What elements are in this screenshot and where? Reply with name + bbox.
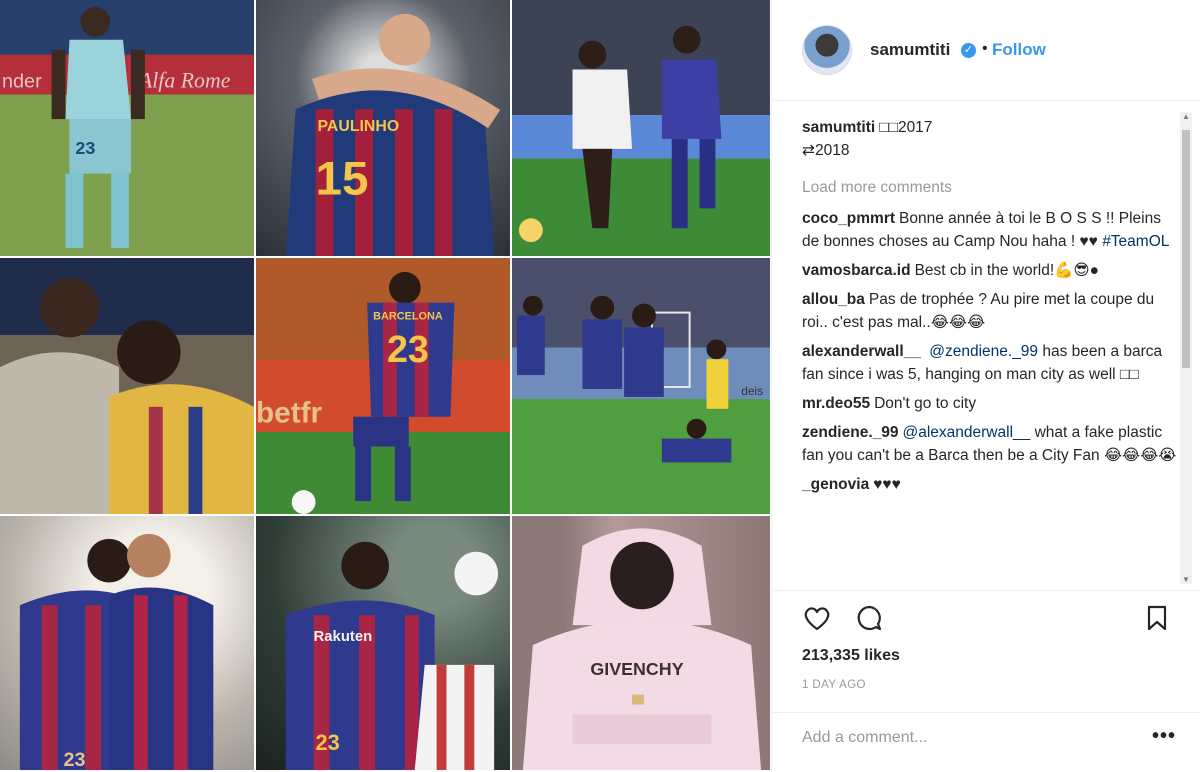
comment-item: coco_pmmrt Bonne année à toi le B O S S !… [802, 207, 1182, 253]
hoodie-print: GIVENCHY [590, 659, 683, 679]
comments-scrollbar[interactable]: ▲ ▼ [1180, 112, 1192, 584]
follow-button[interactable]: Follow [992, 40, 1046, 60]
comment-username[interactable]: alexanderwall__ [802, 343, 921, 360]
photo-goal-celebration[interactable]: deis [512, 258, 770, 516]
more-options-icon[interactable]: ••• [1152, 725, 1176, 748]
caption-username[interactable]: samumtiti [802, 119, 875, 136]
shirt-name: BARCELONA [373, 311, 443, 323]
embrace-figures: 23 [19, 533, 214, 770]
shirt-number: 15 [316, 152, 369, 205]
ad-board-text: deis [741, 384, 763, 398]
photo-players-embrace[interactable]: 23 [0, 516, 256, 772]
shirt-number: 23 [387, 328, 429, 370]
caption: samumtiti □□2017 ⇄2018 [802, 116, 1182, 162]
photo-player-23[interactable]: betfr BARCELONA 23 [256, 258, 512, 516]
comment-username[interactable]: mr.deo55 [802, 395, 870, 412]
post-actions: 213,335 likes 1 DAY AGO [772, 590, 1200, 710]
photo-pink-hoodie[interactable]: GIVENCHY [512, 516, 770, 772]
post-timestamp[interactable]: 1 DAY AGO [802, 679, 866, 691]
banner-text-right: Alfa Rome [137, 68, 231, 92]
caption-text: □□2017 [879, 119, 933, 136]
mention-link[interactable]: @alexanderwall__ [903, 424, 1031, 441]
comment-item: mr.deo55 Don't go to city [802, 392, 1182, 415]
comment-username[interactable]: _genovia [802, 476, 869, 493]
photo-player-light-blue-kit[interactable]: nder Alfa Rome 23 [0, 0, 256, 258]
post-panel: samumtiti ✓ • Follow samumtiti □□2017 ⇄20… [771, 0, 1200, 772]
username-link[interactable]: samumtiti [870, 40, 950, 60]
comments-list: samumtiti □□2017 ⇄2018 Load more comments… [802, 116, 1182, 586]
celebration-figures: PAULINHO 15 [285, 13, 501, 256]
scroll-down-arrow-icon[interactable]: ▼ [1181, 575, 1191, 584]
comment-item: zendiene._99 @alexanderwall__ what a fake… [802, 421, 1182, 467]
shirt-number: 23 [316, 730, 340, 755]
scroll-up-arrow-icon[interactable]: ▲ [1181, 112, 1191, 121]
comment-username[interactable]: allou_ba [802, 291, 865, 308]
photo-two-players[interactable] [0, 258, 256, 516]
add-comment-bar: Add a comment... ••• [772, 712, 1200, 772]
shirt-number: 23 [75, 138, 95, 158]
caption-text-line2: ⇄2018 [802, 142, 850, 159]
comment-username[interactable]: vamosbarca.id [802, 262, 911, 279]
likes-count[interactable]: 213,335 likes [802, 647, 900, 665]
verified-badge-icon: ✓ [961, 43, 976, 58]
comment-item: allou_ba Pas de trophée ? Au pire met la … [802, 288, 1182, 334]
comment-username[interactable]: coco_pmmrt [802, 210, 895, 227]
comment-text: Best cb in the world!💪😎● [914, 262, 1099, 279]
scrollbar-thumb[interactable] [1182, 130, 1190, 368]
bookmark-icon[interactable] [1142, 603, 1172, 633]
load-more-comments-button[interactable]: Load more comments [802, 176, 1182, 199]
ad-board-text: betfr [256, 397, 323, 430]
action-figures [518, 25, 722, 243]
shirt-number: 23 [64, 749, 86, 770]
comment-item: alexanderwall__ @zendiene._99 has been a… [802, 340, 1182, 386]
comment-icon[interactable] [854, 603, 884, 633]
add-comment-input[interactable]: Add a comment... [802, 729, 927, 747]
hoodie-figure: GIVENCHY [522, 528, 762, 770]
avatar[interactable] [802, 25, 852, 75]
hashtag-link[interactable]: #TeamOL [1102, 233, 1169, 250]
heart-icon[interactable] [802, 603, 832, 633]
separator-dot: • [982, 40, 988, 57]
header-figure: Rakuten 23 [285, 541, 499, 770]
shirt-name: PAULINHO [318, 118, 400, 135]
photo-match-action[interactable] [512, 0, 770, 258]
player-23-figure: betfr BARCELONA 23 [256, 271, 455, 514]
photo-header[interactable]: Rakuten 23 [256, 516, 512, 772]
comment-text: ♥♥♥ [873, 476, 901, 493]
post-header: samumtiti ✓ • Follow [772, 0, 1200, 101]
banner-text-left: nder [2, 70, 42, 92]
comment-username[interactable]: zendiene._99 [802, 424, 899, 441]
celebration-running-figures: deis [516, 295, 763, 463]
two-players-figures [0, 277, 254, 514]
photo-grid: nder Alfa Rome 23 PAULINHO 15 betfr BARC… [0, 0, 770, 772]
player-figure: nder Alfa Rome 23 [0, 6, 254, 249]
photo-team-celebration-hug[interactable]: PAULINHO 15 [256, 0, 512, 258]
comment-text: Don't go to city [874, 395, 977, 412]
comment-item: vamosbarca.id Best cb in the world!💪😎● [802, 259, 1182, 282]
comment-item: _genovia ♥♥♥ [802, 473, 1182, 496]
mention-link[interactable]: @zendiene._99 [929, 343, 1038, 360]
shirt-sponsor: Rakuten [314, 629, 373, 645]
